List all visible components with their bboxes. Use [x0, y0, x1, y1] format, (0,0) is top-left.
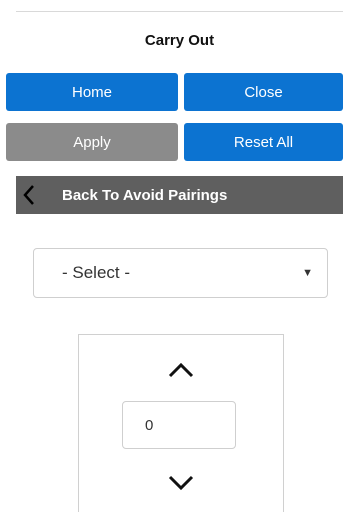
stepper-value-input[interactable]: 0: [122, 401, 236, 449]
page-title: Carry Out: [144, 31, 215, 49]
close-button[interactable]: Close: [184, 73, 343, 111]
top-divider: [16, 11, 343, 12]
number-stepper: 0: [78, 334, 284, 512]
chevron-up-icon[interactable]: [167, 361, 195, 379]
chevron-left-icon[interactable]: [16, 176, 42, 214]
home-button[interactable]: Home: [6, 73, 178, 111]
chevron-down-icon[interactable]: [167, 474, 195, 492]
caret-down-icon: ▼: [302, 267, 313, 279]
back-navigation-bar[interactable]: Back To Avoid Pairings: [16, 176, 343, 214]
reset-all-button[interactable]: Reset All: [184, 123, 343, 161]
select-value: - Select -: [62, 263, 131, 282]
back-label: Back To Avoid Pairings: [62, 186, 228, 204]
apply-button[interactable]: Apply: [6, 123, 178, 161]
select-dropdown[interactable]: - Select - ▼: [33, 248, 328, 298]
